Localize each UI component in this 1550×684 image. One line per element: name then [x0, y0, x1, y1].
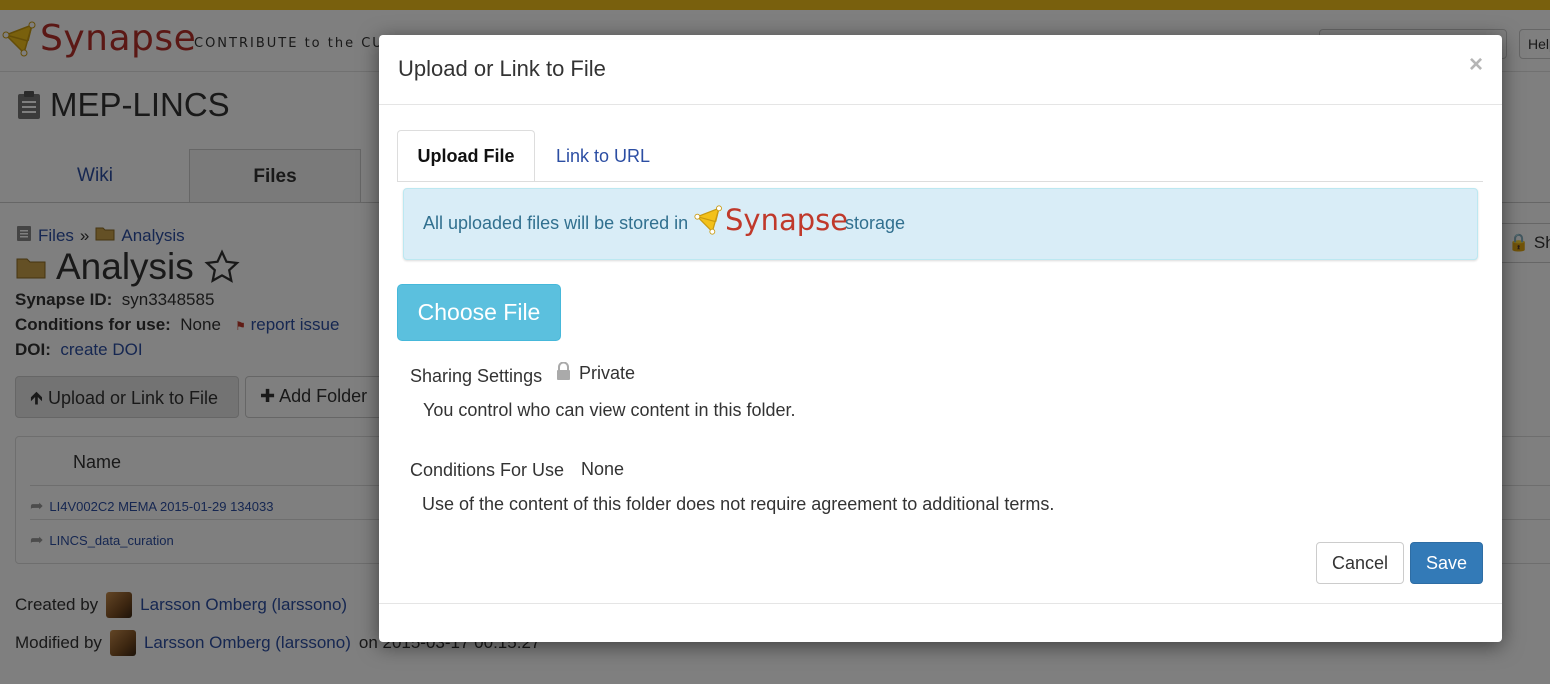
modal-tab-divider: [397, 181, 1483, 182]
close-icon[interactable]: ×: [1469, 51, 1483, 79]
tab-upload-file[interactable]: Upload File: [397, 130, 535, 182]
sharing-description: You control who can view content in this…: [423, 400, 796, 420]
conditions-label: Conditions For Use: [410, 460, 565, 480]
choose-file-button[interactable]: Choose File: [397, 284, 561, 341]
storage-info-alert: All uploaded files will be stored in Syn…: [403, 188, 1478, 260]
tab-link-to-url[interactable]: Link to URL: [541, 131, 665, 181]
synapse-logo-icon: [694, 205, 722, 235]
sharing-value: Private: [579, 363, 636, 383]
modal-title: Upload or Link to File: [398, 56, 606, 81]
sharing-settings-label: Sharing Settings: [410, 366, 543, 386]
modal-footer-divider: [379, 603, 1502, 604]
storage-info-text: All uploaded files will be stored in: [423, 213, 689, 233]
synapse-logo: Synapse: [694, 203, 848, 237]
conditions-description: Use of the content of this folder does n…: [422, 494, 1055, 514]
upload-dialog: Upload or Link to File × Upload File Lin…: [379, 35, 1502, 642]
lock-icon: [555, 361, 572, 385]
storage-suffix: storage: [845, 213, 906, 233]
logo-text: Synapse: [725, 203, 849, 237]
cancel-button[interactable]: Cancel: [1316, 542, 1404, 584]
modal-header: Upload or Link to File ×: [379, 35, 1502, 105]
conditions-value: None: [581, 459, 625, 479]
save-button[interactable]: Save: [1410, 542, 1483, 584]
